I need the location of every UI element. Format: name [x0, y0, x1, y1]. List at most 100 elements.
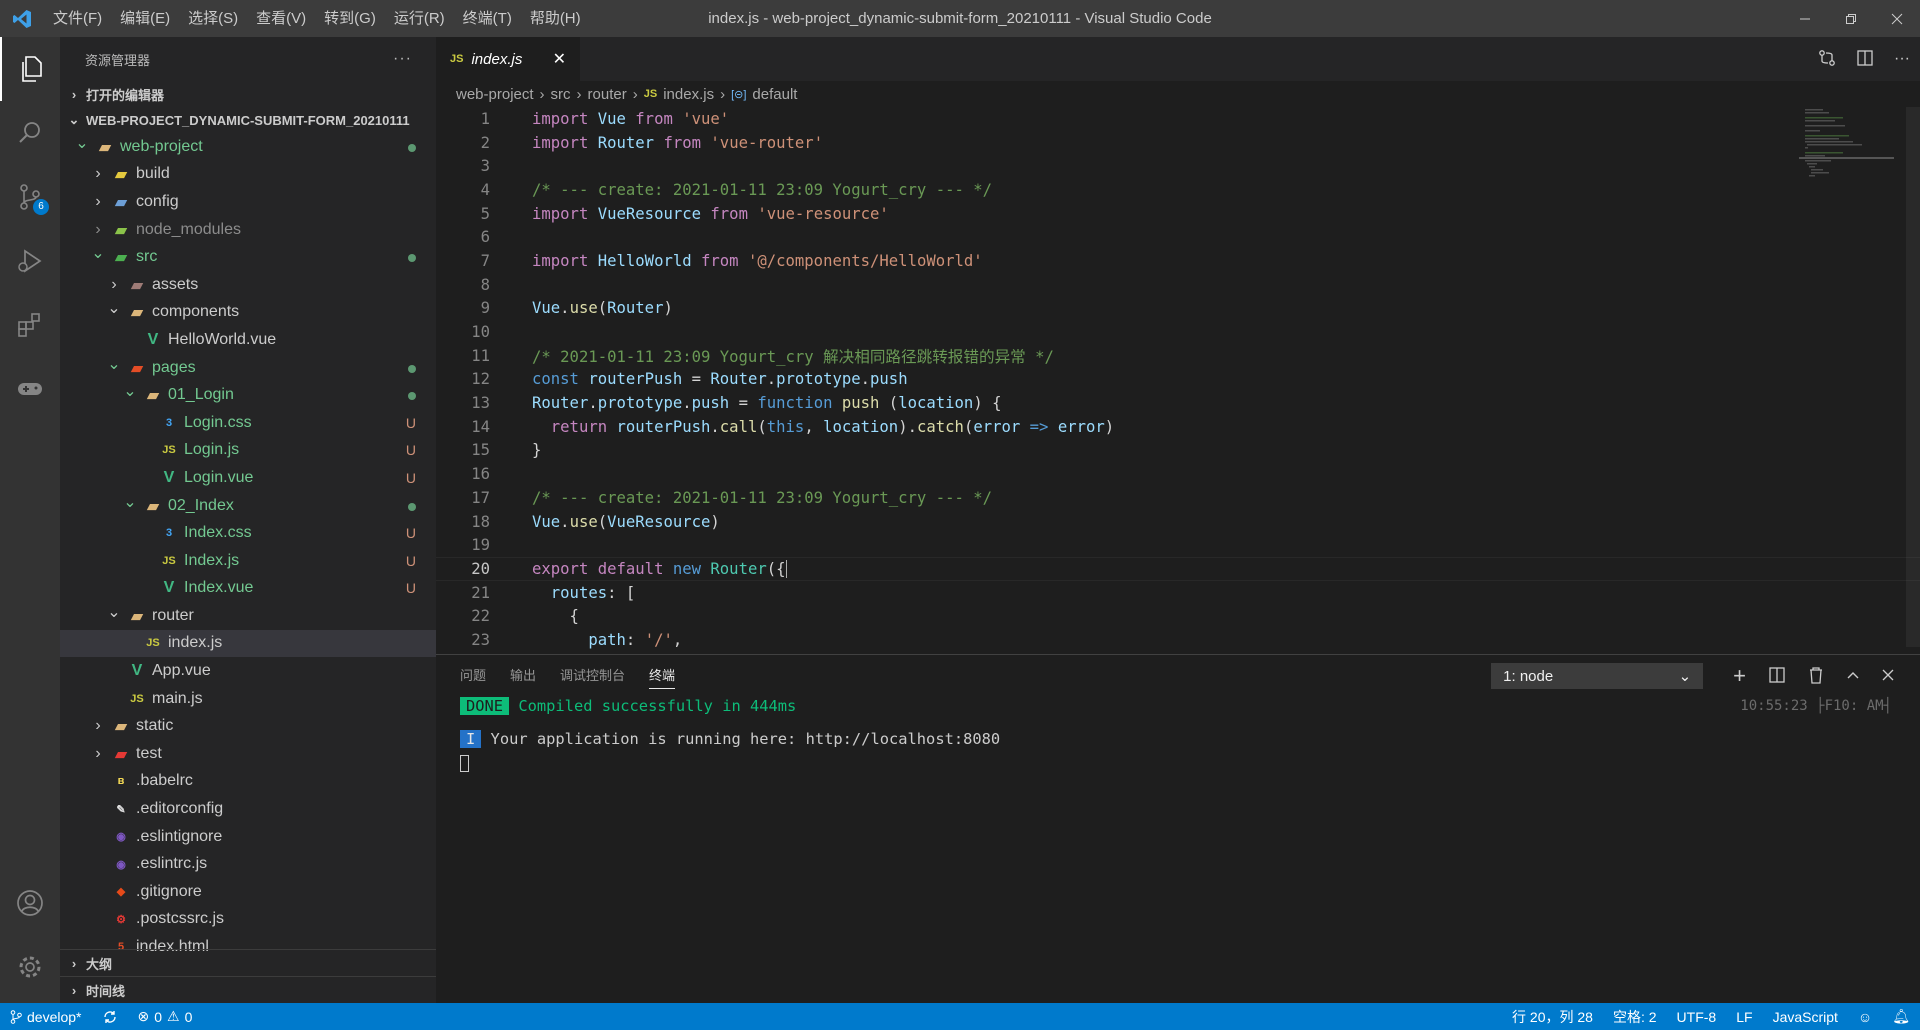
menu-item[interactable]: 转到(G)	[315, 0, 385, 37]
tree-item[interactable]: › ▰ node_modules	[60, 216, 436, 244]
line-ending[interactable]: LF	[1726, 1007, 1762, 1027]
sync-icon[interactable]	[92, 1009, 128, 1025]
encoding[interactable]: UTF-8	[1667, 1007, 1727, 1027]
extensions-icon[interactable]	[0, 293, 60, 357]
tree-item[interactable]: JS main.js	[60, 685, 436, 713]
trash-icon[interactable]	[1808, 666, 1824, 687]
breadcrumb-item[interactable]: src	[551, 86, 571, 103]
minimap[interactable]	[1799, 107, 1894, 187]
menu-item[interactable]: 选择(S)	[179, 0, 247, 37]
tab-index-js[interactable]: JS index.js ✕	[436, 37, 580, 81]
tree-item[interactable]: ⌄ ▰ 02_Index	[60, 492, 436, 520]
tree-item[interactable]: V Index.vue U	[60, 575, 436, 603]
source-control-icon[interactable]: 6	[0, 165, 60, 229]
code-token: 'vue-router'	[710, 133, 824, 152]
panel-tab[interactable]: 输出	[510, 665, 536, 684]
terminal-output[interactable]: DONE Compiled successfully in 444ms 10:55…	[436, 693, 1920, 776]
workspace-root-section[interactable]: ⌄ WEB-PROJECT_DYNAMIC-SUBMIT-FORM_2021011…	[60, 107, 436, 133]
terminal-cursor[interactable]	[460, 751, 1920, 776]
tree-item[interactable]: V HelloWorld.vue	[60, 326, 436, 354]
explorer-icon[interactable]	[0, 37, 60, 101]
warning-count: 0	[184, 1008, 193, 1025]
tree-item[interactable]: › ▰ build	[60, 161, 436, 189]
indentation[interactable]: 空格: 2	[1603, 1007, 1667, 1027]
branch-status[interactable]: develop*	[0, 1009, 92, 1025]
run-debug-icon[interactable]	[0, 229, 60, 293]
breadcrumb-item[interactable]: router	[588, 86, 627, 103]
cursor-position[interactable]: 行 20，列 28	[1502, 1007, 1603, 1027]
add-terminal-icon[interactable]: +	[1733, 663, 1746, 689]
editor-scrollbar[interactable]	[1906, 107, 1920, 647]
panel-tab[interactable]: 调试控制台	[560, 665, 625, 684]
tree-item[interactable]: ◉ .eslintrc.js	[60, 850, 436, 878]
tree-item[interactable]: V Login.vue U	[60, 464, 436, 492]
tree-item[interactable]: ⚙ .postcssrc.js	[60, 906, 436, 934]
tree-item[interactable]: JS Index.js U	[60, 547, 436, 575]
breadcrumb-item[interactable]: default	[752, 86, 797, 103]
js-file-icon: JS	[643, 88, 658, 100]
vscode-logo-icon[interactable]	[0, 0, 44, 37]
tree-item-label: config	[136, 192, 179, 210]
tree-item[interactable]: ⌄ ▰ web-project	[60, 133, 436, 161]
tree-item-label: build	[136, 165, 170, 183]
account-icon[interactable]	[0, 871, 60, 935]
tree-item[interactable]: › ▰ static	[60, 712, 436, 740]
menu-item[interactable]: 终端(T)	[454, 0, 521, 37]
breadcrumb-item[interactable]: web-project	[456, 86, 534, 103]
tree-item[interactable]: JS index.js	[60, 629, 436, 658]
panel-tab[interactable]: 问题	[460, 665, 486, 684]
tree-item[interactable]: 3 Login.css U	[60, 409, 436, 437]
tree-item[interactable]: JS Login.js U	[60, 437, 436, 465]
outline-section[interactable]: › 大纲	[60, 949, 436, 976]
code-editor[interactable]: 1 import Vue from 'vue' 2 import Router fro…	[436, 107, 1920, 652]
more-actions-icon[interactable]: ···	[1894, 50, 1910, 68]
close-tab-icon[interactable]: ✕	[553, 49, 566, 69]
restore-icon[interactable]	[1828, 0, 1874, 37]
close-panel-icon[interactable]	[1882, 669, 1894, 684]
menu-item[interactable]: 帮助(H)	[521, 0, 590, 37]
terminal-tag: I	[460, 729, 482, 748]
tree-item[interactable]: › ▰ test	[60, 740, 436, 768]
minimize-icon[interactable]	[1782, 0, 1828, 37]
breadcrumb-item[interactable]: index.js	[663, 86, 714, 103]
chevron-right-icon: ›	[95, 192, 101, 210]
bell-icon[interactable]: 🔔︎	[1882, 1007, 1920, 1027]
tree-item[interactable]: ⌄ ▰ pages	[60, 354, 436, 382]
tree-item[interactable]: ⌄ ▰ router	[60, 602, 436, 630]
tree-item[interactable]: ◉ .eslintignore	[60, 823, 436, 851]
gamepad-icon[interactable]	[0, 357, 60, 421]
problems-status[interactable]: ⊗ 0 ⚠ 0	[128, 1008, 203, 1025]
split-terminal-icon[interactable]	[1768, 666, 1786, 687]
tree-item[interactable]: ◆ .gitignore	[60, 878, 436, 906]
tree-item[interactable]: 3 Index.css U	[60, 519, 436, 547]
tree-item[interactable]: ʙ .babelrc	[60, 768, 436, 796]
menu-item[interactable]: 文件(F)	[44, 0, 111, 37]
gear-icon[interactable]	[0, 935, 60, 999]
open-changes-icon[interactable]	[1818, 49, 1836, 70]
open-editors-section[interactable]: › 打开的编辑器	[60, 81, 436, 107]
more-actions-icon[interactable]: ···	[393, 50, 412, 68]
menu-item[interactable]: 查看(V)	[247, 0, 315, 37]
code-token: export	[532, 559, 589, 578]
tree-item[interactable]: › ▰ assets	[60, 271, 436, 299]
language-mode[interactable]: JavaScript	[1763, 1007, 1848, 1027]
timeline-section[interactable]: › 时间线	[60, 976, 436, 1003]
split-editor-icon[interactable]	[1856, 49, 1874, 70]
close-icon[interactable]	[1874, 0, 1920, 37]
terminal-select[interactable]: 1: node ⌄	[1491, 663, 1704, 689]
tree-item[interactable]: ⌄ ▰ components	[60, 299, 436, 327]
code-token: location	[823, 417, 899, 436]
tree-item[interactable]: ⌄ ▰ src	[60, 243, 436, 271]
search-icon[interactable]	[0, 101, 60, 165]
panel-tab[interactable]: 终端	[649, 665, 676, 689]
tree-item[interactable]: V App.vue	[60, 657, 436, 685]
menu-item[interactable]: 运行(R)	[385, 0, 454, 37]
feedback-icon[interactable]: ☺	[1848, 1007, 1882, 1027]
tree-item[interactable]: ⌄ ▰ 01_Login	[60, 381, 436, 409]
tree-item[interactable]: ✎ .editorconfig	[60, 795, 436, 823]
chevron-up-icon[interactable]	[1846, 668, 1860, 685]
menu-item[interactable]: 编辑(E)	[111, 0, 179, 37]
tree-item[interactable]: › ▰ config	[60, 188, 436, 216]
